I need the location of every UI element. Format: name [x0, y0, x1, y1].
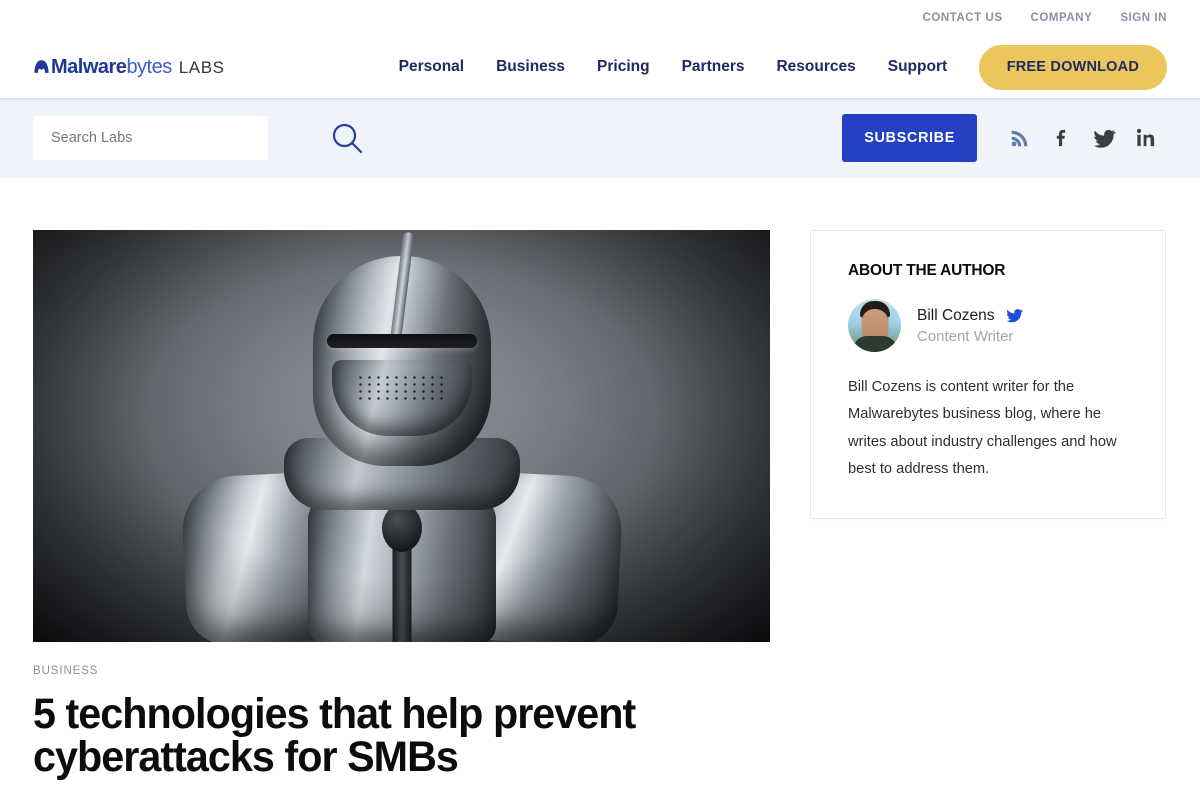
utility-link-sign-in[interactable]: SIGN IN — [1120, 12, 1167, 24]
linkedin-icon[interactable] — [1125, 121, 1167, 155]
armor-center-strap — [392, 542, 411, 642]
malwarebytes-labs-logo[interactable]: Malware bytes LABS — [33, 56, 225, 79]
twitter-icon[interactable] — [1083, 121, 1125, 155]
logo-text-labs: LABS — [178, 57, 225, 77]
search-band: SUBSCRIBE — [0, 98, 1200, 178]
article-title: 5 technologies that help prevent cyberat… — [33, 690, 636, 781]
avatar-body — [852, 336, 897, 352]
nav-item-pricing[interactable]: Pricing — [581, 58, 666, 76]
author-meta: Bill Cozens Content Writer — [917, 307, 1023, 345]
band-right-actions: SUBSCRIBE — [842, 114, 1167, 162]
free-download-button[interactable]: FREE DOWNLOAD — [978, 44, 1167, 90]
search-icon — [330, 121, 364, 155]
utility-link-company[interactable]: COMPANY — [1031, 12, 1093, 24]
search-submit-button[interactable] — [330, 121, 364, 155]
nav-item-support[interactable]: Support — [872, 58, 963, 76]
knight-armor-figure — [142, 231, 662, 642]
author-avatar[interactable] — [848, 299, 901, 352]
author-twitter-icon[interactable] — [1006, 307, 1023, 324]
sidebar: ABOUT THE AUTHOR Bill Cozens Content Wri… — [810, 230, 1166, 779]
main-nav: Personal Business Pricing Partners Resou… — [383, 58, 964, 76]
armor-visor-slit — [326, 334, 477, 348]
nav-item-partners[interactable]: Partners — [666, 58, 761, 76]
main-header: Malware bytes LABS Personal Business Pri… — [0, 36, 1200, 98]
subscribe-button[interactable]: SUBSCRIBE — [842, 114, 977, 162]
rss-icon[interactable] — [999, 121, 1041, 155]
article-category-label[interactable]: BUSINESS — [33, 665, 98, 677]
author-name-row: Bill Cozens — [917, 307, 1023, 325]
malwarebytes-m-icon — [33, 58, 50, 75]
facebook-icon[interactable] — [1041, 121, 1083, 155]
article-hero-image[interactable] — [33, 230, 770, 642]
author-bio: Bill Cozens is content writer for the Ma… — [848, 379, 1117, 478]
nav-item-resources[interactable]: Resources — [760, 58, 871, 76]
author-card-heading: ABOUT THE AUTHOR — [848, 262, 1006, 279]
logo-text-malware: Malware — [51, 55, 127, 78]
nav-item-personal[interactable]: Personal — [383, 58, 480, 76]
author-row: Bill Cozens Content Writer — [848, 299, 1129, 352]
utility-bar: CONTACT US COMPANY SIGN IN — [0, 0, 1200, 36]
author-role: Content Writer — [917, 327, 1014, 345]
search-input[interactable] — [33, 116, 268, 160]
social-links — [999, 121, 1167, 155]
utility-link-contact-us[interactable]: CONTACT US — [923, 12, 1003, 24]
armor-center-stud — [381, 504, 422, 552]
nav-item-business[interactable]: Business — [480, 58, 581, 76]
logo-text-bytes: bytes — [126, 55, 172, 78]
author-name[interactable]: Bill Cozens — [917, 307, 995, 325]
armor-breath-holes — [355, 374, 448, 400]
about-the-author-card: ABOUT THE AUTHOR Bill Cozens Content Wri… — [810, 230, 1166, 519]
article-column: BUSINESS 5 technologies that help preven… — [33, 230, 770, 779]
page-body: BUSINESS 5 technologies that help preven… — [0, 178, 1200, 779]
